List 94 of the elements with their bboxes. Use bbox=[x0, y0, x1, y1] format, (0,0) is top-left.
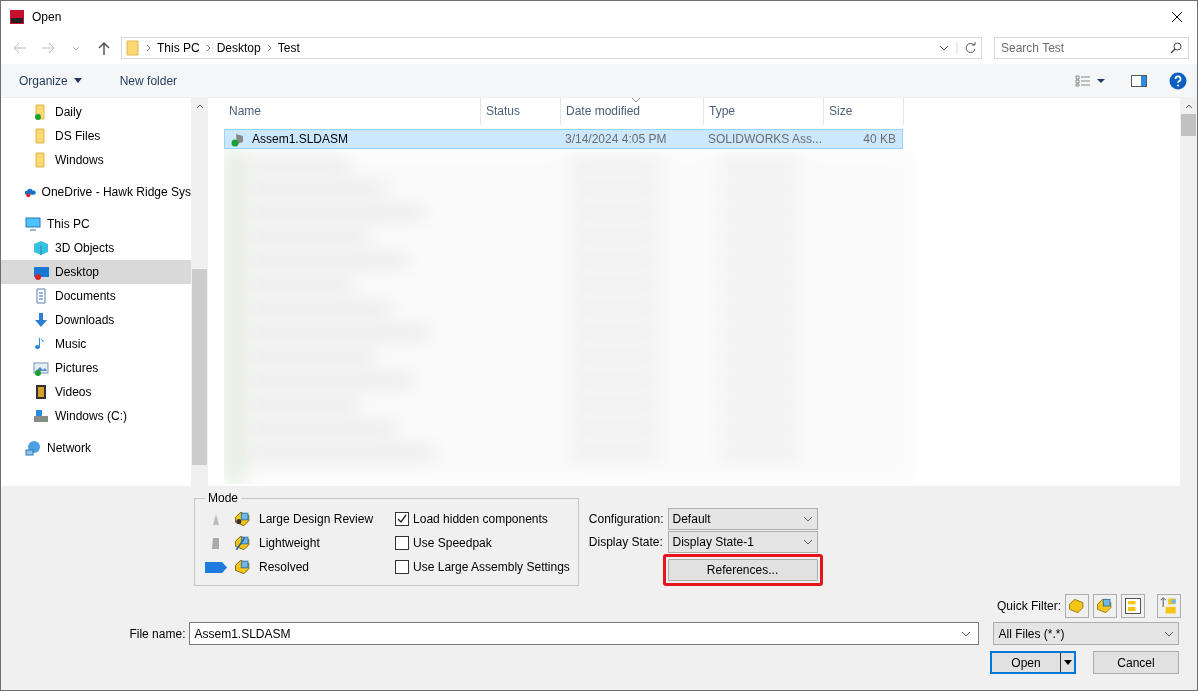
picture-icon bbox=[33, 360, 49, 376]
new-folder-button[interactable]: New folder bbox=[111, 71, 186, 90]
chevron-right-icon bbox=[266, 44, 272, 52]
chevron-right-icon bbox=[146, 44, 151, 52]
cube-icon bbox=[33, 240, 49, 256]
open-button[interactable]: Open bbox=[990, 651, 1076, 674]
column-header[interactable]: Status bbox=[481, 98, 561, 125]
check-icon bbox=[397, 514, 408, 524]
chevron-down-icon bbox=[72, 45, 80, 51]
address-bar[interactable]: This PC Desktop Test bbox=[121, 37, 982, 59]
file-name-field[interactable]: Assem1.SLDASM bbox=[189, 622, 980, 645]
search-icon bbox=[1170, 42, 1182, 54]
close-icon bbox=[1171, 10, 1183, 23]
quick-filter-button[interactable] bbox=[1093, 594, 1117, 618]
chevron-right-icon bbox=[205, 44, 211, 52]
file-name-label: File name: bbox=[128, 626, 186, 641]
sidebar-item[interactable]: Videos bbox=[1, 380, 191, 404]
organize-menu[interactable]: Organize bbox=[11, 71, 90, 90]
sidebar-item[interactable]: Windows bbox=[1, 148, 191, 172]
chevron-down-icon bbox=[1164, 630, 1174, 637]
ramp-icon bbox=[212, 537, 220, 549]
mode-option[interactable]: Large Design Review bbox=[259, 512, 374, 526]
sidebar-item[interactable]: Documents bbox=[1, 284, 191, 308]
references-button[interactable]: References... bbox=[667, 559, 818, 581]
forward-arrow-icon bbox=[41, 42, 55, 54]
drawing-sheet-icon bbox=[1123, 596, 1143, 616]
scroll-thumb[interactable] bbox=[192, 269, 207, 465]
field-label: Display State: bbox=[588, 535, 664, 549]
sidebar-item[interactable]: OneDrive - Hawk Ridge Sys bbox=[1, 180, 191, 204]
group-title: Mode bbox=[207, 491, 240, 505]
preview-pane-icon[interactable] bbox=[1131, 74, 1147, 87]
download-icon bbox=[33, 312, 49, 328]
date-cell-text: 3/14/2024 4:05 PM bbox=[564, 132, 668, 146]
column-header[interactable]: Size bbox=[824, 98, 904, 125]
checkbox[interactable]: Use Speedpak bbox=[395, 531, 570, 555]
desktop-icon bbox=[33, 264, 49, 280]
chevron-down-icon bbox=[939, 45, 949, 51]
folder-icon bbox=[126, 40, 140, 56]
scroll-thumb[interactable] bbox=[1181, 114, 1196, 136]
file-row[interactable]: Assem1.SLDASM 3/14/2024 4:05 PM SOLIDWORKS Ass... 40 KB bbox=[224, 129, 903, 149]
cancel-button[interactable]: Cancel bbox=[1093, 651, 1179, 674]
mode-option[interactable]: Lightweight bbox=[259, 536, 320, 550]
type-cell-text: SOLIDWORKS Ass... bbox=[707, 132, 823, 146]
quick-filter-button[interactable] bbox=[1121, 594, 1145, 618]
configuration-dropdown[interactable]: Default bbox=[667, 508, 818, 530]
search-field[interactable]: Search Test bbox=[994, 37, 1189, 59]
app-logo-icon bbox=[9, 8, 25, 25]
sidebar-item[interactable]: Desktop bbox=[1, 260, 191, 284]
top-level-assembly-icon bbox=[1159, 596, 1179, 616]
back-arrow-icon bbox=[13, 42, 27, 54]
globe-icon bbox=[25, 440, 41, 456]
field-label: Configuration: bbox=[588, 512, 664, 526]
caret-icon bbox=[73, 78, 82, 83]
chevron-down-icon bbox=[802, 516, 813, 522]
sidebar-item[interactable]: This PC bbox=[1, 212, 191, 236]
checkbox[interactable]: Load hidden components bbox=[395, 507, 570, 531]
scroll-up-icon[interactable] bbox=[195, 104, 204, 109]
breadcrumb[interactable]: Test bbox=[277, 41, 300, 55]
sidebar-item[interactable]: Daily bbox=[1, 100, 191, 124]
column-header[interactable]: Name bbox=[224, 98, 481, 125]
help-icon[interactable] bbox=[1169, 71, 1187, 90]
drive-icon bbox=[33, 408, 49, 424]
display-state-dropdown[interactable]: Display State-1 bbox=[667, 531, 818, 553]
sidebar-item[interactable]: DS Files bbox=[1, 124, 191, 148]
window-title: Open bbox=[32, 9, 63, 24]
selection-pointer-icon bbox=[205, 561, 227, 573]
file-name-cell: Assem1.SLDASM bbox=[225, 131, 560, 147]
mode-option[interactable]: Resolved bbox=[259, 560, 310, 574]
chevron-down-icon bbox=[961, 631, 972, 637]
chevron-down-icon bbox=[802, 539, 813, 545]
scrollbar[interactable] bbox=[191, 98, 208, 486]
size-cell-text: 40 KB bbox=[862, 132, 897, 146]
breadcrumb[interactable]: Desktop bbox=[216, 41, 261, 55]
scrollbar[interactable] bbox=[1180, 98, 1197, 486]
sidebar-item[interactable]: Windows (C:) bbox=[1, 404, 191, 428]
scroll-up-icon[interactable] bbox=[1184, 104, 1193, 109]
document-icon bbox=[33, 288, 49, 304]
quick-filter-label: Quick Filter: bbox=[997, 599, 1061, 613]
sidebar-item[interactable]: Music bbox=[1, 332, 191, 356]
film-icon bbox=[33, 384, 49, 400]
sidebar-item[interactable]: Downloads bbox=[1, 308, 191, 332]
sidebar-item[interactable]: Pictures bbox=[1, 356, 191, 380]
column-header[interactable]: Date modified bbox=[561, 98, 704, 125]
checkbox[interactable]: Use Large Assembly Settings bbox=[395, 555, 570, 579]
breadcrumb[interactable]: This PC bbox=[157, 41, 200, 55]
sidebar-item[interactable]: Network bbox=[1, 436, 191, 460]
monitor-icon bbox=[25, 216, 41, 232]
caret-icon bbox=[1063, 660, 1072, 665]
column-header[interactable]: Type bbox=[704, 98, 824, 125]
up-arrow-icon bbox=[98, 41, 110, 55]
sort-caret-icon bbox=[632, 98, 640, 102]
sidebar-item[interactable]: 3D Objects bbox=[1, 236, 191, 260]
file-type-dropdown[interactable]: All Files (*.*) bbox=[993, 622, 1179, 645]
ramp-icon bbox=[213, 513, 219, 525]
